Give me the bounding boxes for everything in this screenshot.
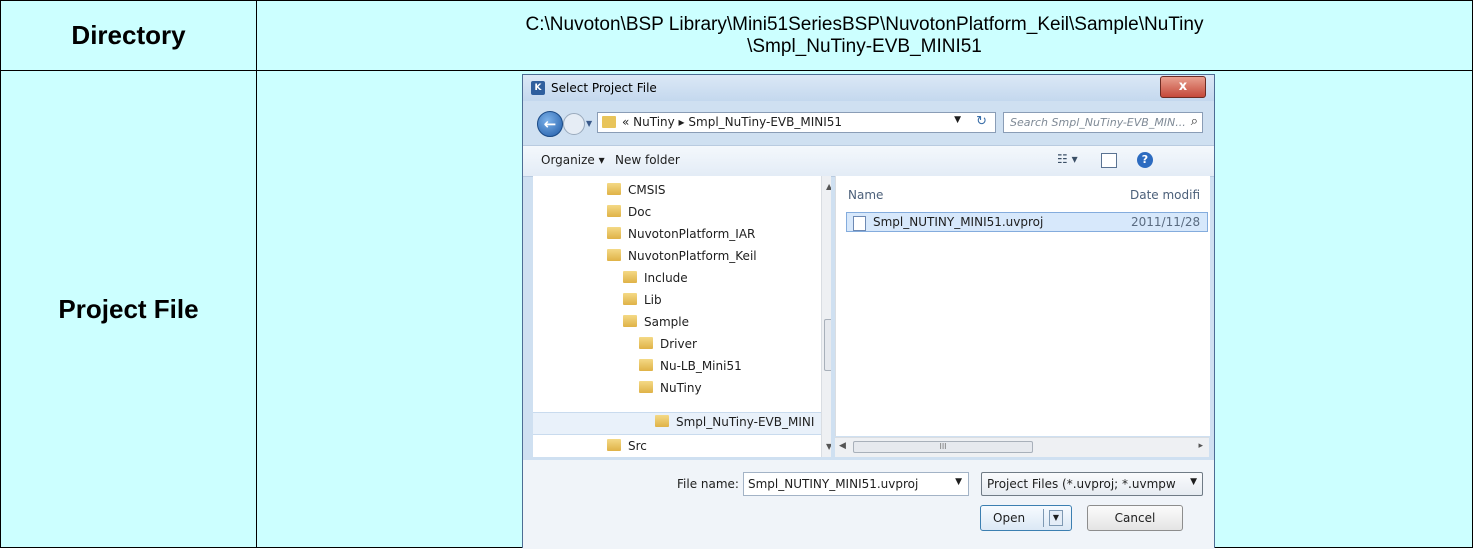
new-folder-button[interactable]: New folder xyxy=(615,153,680,167)
tree-item-lib[interactable]: Lib xyxy=(623,290,662,310)
command-toolbar: Organize ▾ New folder ☷ ▾ ? xyxy=(523,145,1214,177)
uvproj-file-icon xyxy=(853,216,866,231)
tree-item-nutiny[interactable]: NuTiny xyxy=(639,378,702,398)
preview-pane-icon[interactable] xyxy=(1101,153,1117,168)
search-input[interactable]: Search Smpl_NuTiny-EVB_MIN... ⌕ xyxy=(1003,112,1203,133)
dialog-titlebar[interactable]: K Select Project File x xyxy=(523,75,1214,101)
search-icon[interactable]: ⌕ xyxy=(1191,114,1198,129)
open-button-divider xyxy=(1043,509,1044,527)
help-icon[interactable]: ? xyxy=(1137,152,1153,168)
directory-path: C:\Nuvoton\BSP Library\Mini51SeriesBSP\N… xyxy=(256,0,1473,71)
folder-icon xyxy=(607,249,621,261)
tree-item-label: Driver xyxy=(660,337,697,351)
tree-item-cmsis[interactable]: CMSIS xyxy=(607,180,666,200)
tree-item-label: CMSIS xyxy=(628,183,666,197)
tree-item-label: Doc xyxy=(628,205,652,219)
file-type-dropdown-icon[interactable]: ▼ xyxy=(1190,477,1197,487)
address-bar[interactable]: « NuTiny ▸ Smpl_NuTiny-EVB_MINI51 ▼ ↻ xyxy=(597,112,996,133)
scroll-left-arrow-icon[interactable]: ◀ xyxy=(839,441,846,451)
file-type-select[interactable]: Project Files (*.uvproj; *.uvmpw ▼ xyxy=(981,472,1203,496)
tree-item-label: Lib xyxy=(644,293,662,307)
folder-icon xyxy=(639,337,653,349)
tree-item-label: Src xyxy=(628,439,647,453)
directory-path-line-2: \Smpl_NuTiny-EVB_MINI51 xyxy=(747,35,982,57)
close-button[interactable]: x xyxy=(1160,76,1206,98)
file-name-label: File name: xyxy=(677,477,739,491)
address-dropdown-icon[interactable]: ▼ xyxy=(954,115,961,125)
file-item-date: 2011/11/28 xyxy=(1131,215,1201,229)
forward-arrow-icon[interactable] xyxy=(563,113,585,135)
tree-item-nuvotonplatform-iar[interactable]: NuvotonPlatform_IAR xyxy=(607,224,755,244)
folder-icon xyxy=(607,439,621,451)
folder-icon xyxy=(602,116,616,128)
refresh-icon[interactable]: ↻ xyxy=(976,114,987,129)
directory-path-line-1: C:\Nuvoton\BSP Library\Mini51SeriesBSP\N… xyxy=(525,13,1204,35)
tree-item-label: Smpl_NuTiny-EVB_MINI xyxy=(676,415,815,429)
select-project-file-dialog: K Select Project File x ← ▼ « NuTiny ▸ S… xyxy=(522,74,1215,549)
folder-icon xyxy=(655,415,669,427)
column-header-name[interactable]: Name xyxy=(848,188,883,202)
folder-icon xyxy=(623,271,637,283)
column-header-date[interactable]: Date modifi xyxy=(1130,188,1200,202)
tree-vertical-scrollbar[interactable]: ▲ ▼ xyxy=(821,176,831,457)
tree-item-label: Sample xyxy=(644,315,689,329)
tree-item-driver[interactable]: Driver xyxy=(639,334,697,354)
address-row: ← ▼ « NuTiny ▸ Smpl_NuTiny-EVB_MINI51 ▼ … xyxy=(523,107,1214,139)
scroll-up-arrow-icon[interactable]: ▲ xyxy=(826,182,831,191)
change-view-icon[interactable]: ☷ ▾ xyxy=(1057,152,1078,166)
directory-header: Directory xyxy=(0,0,257,71)
open-button[interactable]: Open ▼ xyxy=(980,505,1072,531)
file-type-value: Project Files (*.uvproj; *.uvmpw xyxy=(987,477,1176,491)
project-file-header: Project File xyxy=(0,70,257,548)
cancel-button[interactable]: Cancel xyxy=(1087,505,1183,531)
folder-icon xyxy=(623,293,637,305)
tree-item-label: Nu-LB_Mini51 xyxy=(660,359,742,373)
tree-item-label: NuvotonPlatform_Keil xyxy=(628,249,757,263)
file-list-horizontal-scrollbar[interactable]: ◀ III ▸ xyxy=(835,437,1209,457)
file-name-dropdown-icon[interactable]: ▼ xyxy=(955,477,962,487)
folder-icon xyxy=(639,381,653,393)
file-item[interactable]: Smpl_NUTINY_MINI51.uvproj 2011/11/28 xyxy=(846,212,1208,232)
tree-item-smpl-nutiny-evb-mini51[interactable]: Smpl_NuTiny-EVB_MINI xyxy=(655,412,814,432)
open-options-dropdown-icon[interactable]: ▼ xyxy=(1049,510,1063,526)
breadcrumb[interactable]: « NuTiny ▸ Smpl_NuTiny-EVB_MINI51 xyxy=(622,115,842,129)
folder-tree: CMSIS Doc NuvotonPlatform_IAR NuvotonPla… xyxy=(533,176,831,457)
search-placeholder: Search Smpl_NuTiny-EVB_MIN... xyxy=(1010,116,1186,129)
folder-icon xyxy=(607,227,621,239)
tree-item-doc[interactable]: Doc xyxy=(607,202,651,222)
tree-item-nuvotonplatform-keil[interactable]: NuvotonPlatform_Keil xyxy=(607,246,757,266)
keil-app-icon: K xyxy=(531,81,545,95)
tree-item-label: NuvotonPlatform_IAR xyxy=(628,227,756,241)
tree-item-sample[interactable]: Sample xyxy=(623,312,689,332)
organize-button[interactable]: Organize ▾ xyxy=(541,153,605,167)
folder-icon xyxy=(639,359,653,371)
back-arrow-icon[interactable]: ← xyxy=(537,111,563,137)
recent-locations-dropdown-icon[interactable]: ▼ xyxy=(586,119,592,128)
tree-item-src[interactable]: Src xyxy=(607,436,647,456)
tree-item-nu-lb-mini51[interactable]: Nu-LB_Mini51 xyxy=(639,356,742,376)
file-list-scroll-thumb[interactable]: III xyxy=(853,441,1033,453)
dialog-footer: File name: Smpl_NUTINY_MINI51.uvproj ▼ P… xyxy=(523,460,1214,549)
tree-item-include[interactable]: Include xyxy=(623,268,688,288)
folder-icon xyxy=(607,205,621,217)
open-button-label: Open xyxy=(993,511,1026,525)
tree-item-label: NuTiny xyxy=(660,381,702,395)
folder-icon xyxy=(607,183,621,195)
folder-icon xyxy=(623,315,637,327)
file-item-name: Smpl_NUTINY_MINI51.uvproj xyxy=(873,215,1044,229)
file-name-field[interactable]: Smpl_NUTINY_MINI51.uvproj ▼ xyxy=(743,472,969,496)
file-name-value: Smpl_NUTINY_MINI51.uvproj xyxy=(748,477,919,491)
dialog-title: Select Project File xyxy=(551,81,657,95)
file-list-pane: Name Date modifi Smpl_NUTINY_MINI51.uvpr… xyxy=(835,176,1210,436)
scroll-down-arrow-icon[interactable]: ▼ xyxy=(826,442,831,451)
tree-item-label: Include xyxy=(644,271,688,285)
scroll-right-arrow-icon[interactable]: ▸ xyxy=(1198,441,1203,451)
tree-scroll-thumb[interactable] xyxy=(824,319,831,371)
